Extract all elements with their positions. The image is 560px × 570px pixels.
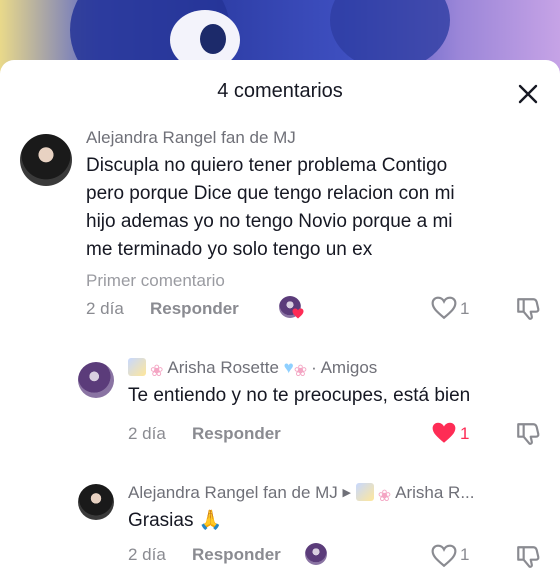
reply-author-line[interactable]: Alejandra Rangel fan de MJ ▶ ❀ Arisha R..… [128,483,475,506]
comment-time: 2 día [86,299,124,318]
reply-author-line[interactable]: ❀ Arisha Rosette ♥❀ · Amigos [128,358,377,381]
emoji-icon [355,483,374,501]
comment-author[interactable]: Alejandra Rangel fan de MJ [86,128,296,148]
close-icon[interactable] [516,82,540,106]
comment-line: hijo ademas yo no tengo Novio porque a m… [86,211,453,232]
creator-liked-avatar [305,543,327,565]
comment-time: 2 día [128,545,166,564]
reply-to-arrow-icon: ▶ [342,487,351,499]
emoji-icon [128,358,146,376]
like-count: 1 [460,299,470,318]
heart-outline-icon[interactable] [431,544,457,568]
avatar[interactable] [78,484,114,520]
creator-heart-icon [292,308,304,319]
dislike-icon[interactable] [515,421,541,447]
comments-header: 4 comentarios [0,60,560,122]
reply-to-name[interactable]: Arisha R... [395,483,474,502]
first-comment-tag: Primer comentario [86,271,225,290]
blue-heart-icon: ♥ [283,358,294,377]
comment-line: pero porque Dice que tengo relacion con … [86,183,455,204]
avatar[interactable] [20,134,72,186]
friends-tag: · Amigos [311,358,378,377]
flower-icon: ❀ [150,363,164,380]
flower-icon: ❀ [293,363,308,380]
like-count: 1 [460,424,470,443]
reply-button[interactable]: Responder [192,545,281,565]
like-count: 1 [460,545,470,564]
flower-icon: ❀ [377,488,392,505]
reply-text: Grasias 🙏 [128,510,223,531]
heart-outline-icon[interactable] [431,296,457,320]
dislike-icon[interactable] [515,544,541,570]
reply-button[interactable]: Responder [150,299,239,319]
avatar[interactable] [78,362,114,398]
heart-filled-icon[interactable] [431,421,457,445]
reply-button[interactable]: Responder [192,424,281,444]
dislike-icon[interactable] [515,296,541,322]
reply-text: Te entiendo y no te preocupes, está bien [128,385,471,406]
comment-line: me terminado yo solo tengo un ex [86,239,373,260]
comments-sheet: 4 comentarios Alejandra Rangel fan de MJ… [0,60,560,568]
comment-time: 2 día [128,424,166,443]
reply-author[interactable]: Arisha Rosette [167,358,279,377]
comment-line: Discupla no quiero tener problema Contig… [86,155,448,176]
comments-count-title: 4 comentarios [217,80,343,102]
reply-author[interactable]: Alejandra Rangel fan de MJ [128,483,338,502]
